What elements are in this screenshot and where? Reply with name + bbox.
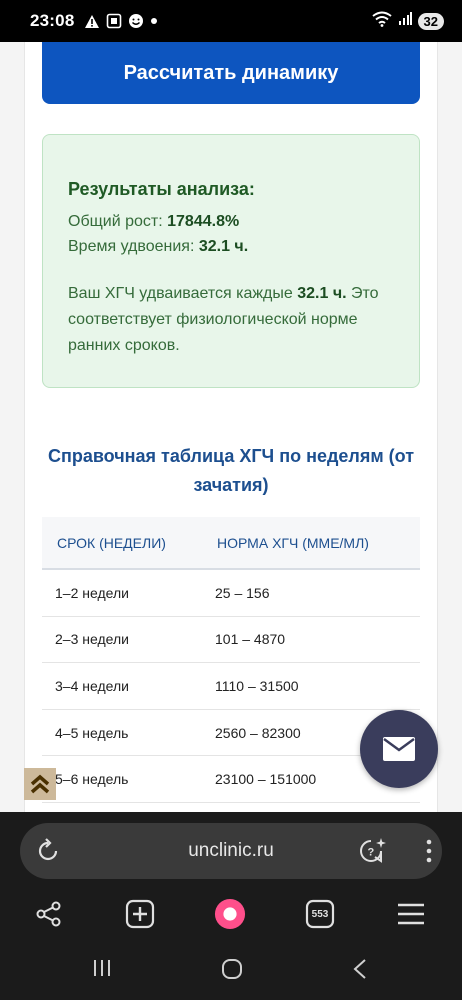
doubling-value: 32.1 ч. (198, 238, 249, 255)
web-page: Рассчитать динамику Результаты анализа: … (0, 42, 462, 812)
warning-icon (84, 14, 100, 29)
system-navigation-bar (0, 940, 462, 1000)
battery-indicator: 32 (417, 12, 444, 30)
share-icon[interactable] (33, 898, 65, 930)
emoji-icon (128, 13, 144, 29)
browser-address-bar: unclinic.ru ? (0, 812, 462, 888)
conclusion-pre: Ваш ХГЧ удваивается каждые (68, 285, 293, 302)
more-menu-icon[interactable] (424, 837, 434, 870)
table-row: 1–2 недели 25 – 156 (42, 570, 420, 617)
cell-term: 2–3 недели (55, 631, 129, 648)
table-heading: Справочная таблица ХГЧ по неделям (от за… (47, 446, 415, 495)
column-header-term: СРОК (НЕДЕЛИ) (57, 534, 166, 551)
results-panel: Результаты анализа: Общий рост: 17844.8%… (42, 134, 420, 388)
doubling-label: Время удвоения: (68, 238, 195, 255)
home-icon[interactable] (221, 958, 243, 985)
wifi-icon (371, 11, 392, 32)
new-tab-icon[interactable] (124, 898, 156, 930)
doubling-line: Время удвоения: 32.1 ч. (68, 234, 395, 259)
back-icon[interactable] (352, 958, 368, 985)
cell-norm: 25 – 156 (215, 584, 270, 601)
cell-norm: 1110 – 31500 (215, 677, 299, 694)
tabs-count: 553 (311, 908, 329, 920)
tabs-counter[interactable]: 553 (304, 898, 336, 930)
calculate-button[interactable]: Рассчитать динамику (42, 42, 420, 104)
contact-mail-button[interactable] (360, 710, 438, 788)
cell-term: 3–4 недели (55, 677, 129, 694)
screenshot-icon (106, 13, 122, 29)
column-header-norm: НОРМА ХГЧ (МME/МЛ) (217, 534, 369, 551)
growth-label: Общий рост: (68, 213, 163, 230)
reload-icon[interactable] (34, 837, 62, 870)
table-header: СРОК (НЕДЕЛИ) НОРМА ХГЧ (МME/МЛ) (42, 517, 420, 570)
results-conclusion: Ваш ХГЧ удваивается каждые 32.1 ч. Это с… (68, 281, 395, 359)
cell-norm: 2560 – 82300 (215, 724, 301, 741)
dot-icon (150, 17, 158, 25)
assistant-icon[interactable]: ? (358, 836, 388, 871)
url-pill[interactable]: unclinic.ru ? (20, 823, 442, 879)
cell-term: 5–6 недель (55, 771, 129, 788)
growth-value: 17844.8% (167, 213, 240, 230)
status-bar: 23:08 32 (0, 0, 462, 42)
status-right: 32 (371, 11, 444, 32)
table-row: 2–3 недели 101 – 4870 (42, 617, 420, 664)
signal-icon (398, 11, 412, 31)
status-time: 23:08 (30, 11, 75, 30)
hamburger-menu-icon[interactable] (395, 898, 427, 930)
scroll-to-top-button[interactable] (24, 768, 56, 800)
growth-line: Общий рост: 17844.8% (68, 209, 395, 234)
conclusion-value: 32.1 ч. (297, 285, 347, 302)
recent-apps-icon[interactable] (92, 958, 112, 983)
table-row: 3–4 недели 1110 – 31500 (42, 663, 420, 710)
double-chevron-up-icon (30, 774, 50, 794)
cell-term: 4–5 недель (55, 724, 129, 741)
cell-norm: 23100 – 151000 (215, 771, 317, 788)
browser-toolbar: 553 (0, 888, 462, 940)
cell-norm: 101 – 4870 (215, 631, 286, 648)
svg-text:?: ? (368, 847, 375, 859)
mail-icon (383, 737, 415, 761)
results-title: Результаты анализа: (68, 179, 255, 199)
status-notification-icons (84, 13, 158, 29)
alice-assistant-icon[interactable] (214, 898, 246, 930)
cell-term: 1–2 недели (55, 584, 129, 601)
